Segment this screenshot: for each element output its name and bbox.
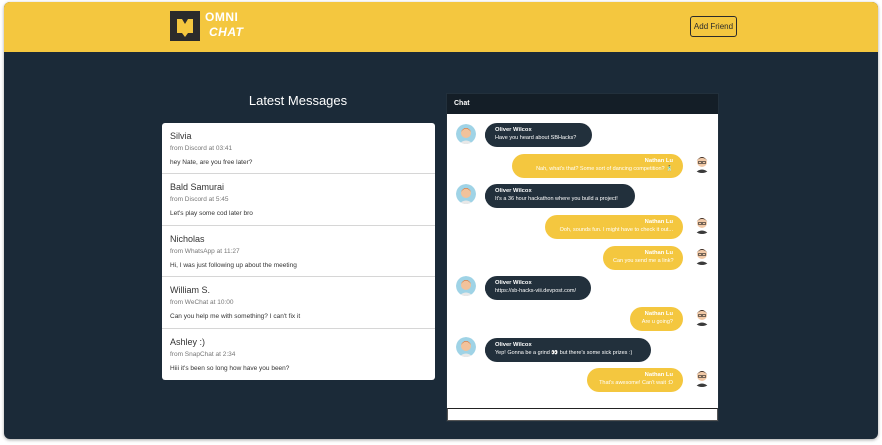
- chat-message-text: It's a 36 hour hackathon where you build…: [495, 196, 618, 202]
- message-preview: Let's play some cod later bro: [170, 210, 253, 218]
- message-meta: from WhatsApp at 11:27: [170, 247, 240, 255]
- nathan-avatar-icon: [692, 367, 712, 387]
- brand-line2: CHAT: [209, 25, 244, 39]
- chat-sender-name: Nathan Lu: [644, 311, 673, 317]
- nathan-avatar-icon: [692, 214, 712, 234]
- message-item[interactable]: Nicholas from WhatsApp at 11:27 Hi, I wa…: [162, 226, 435, 278]
- message-item[interactable]: William S. from WeChat at 10:00 Can you …: [162, 277, 435, 329]
- chat-sender-name: Oliver Wilcox: [495, 127, 532, 133]
- latest-messages-list: Silvia from Discord at 03:41 hey Nate, a…: [162, 123, 435, 380]
- chat-sender-name: Nathan Lu: [644, 372, 673, 378]
- chat-sender-name: Oliver Wilcox: [495, 188, 532, 194]
- oliver-avatar-icon: [456, 337, 476, 357]
- message-sender: Ashley :): [170, 336, 206, 347]
- message-item[interactable]: Silvia from Discord at 03:41 hey Nate, a…: [162, 123, 435, 175]
- omni-chat-logo-icon: [170, 11, 200, 41]
- brand-line1: OMNI: [205, 10, 239, 24]
- chat-sender-name: Oliver Wilcox: [495, 342, 532, 348]
- chat-sender-name: Oliver Wilcox: [495, 280, 532, 286]
- message-meta: from Discord at 5:45: [170, 196, 229, 204]
- chat-message-text: Can you send me a link?: [613, 258, 674, 264]
- message-sender: William S.: [170, 285, 210, 296]
- message-meta: from SnapChat at 2:34: [170, 350, 236, 358]
- chat-message-text: Have you heard about SBHacks?: [495, 135, 577, 141]
- chat-message-text: Nah, what's that? Some sort of dancing c…: [536, 166, 673, 172]
- oliver-avatar-icon: [456, 184, 476, 204]
- chat-panel: Chat Oliver Wilcox Have you heard about …: [446, 93, 719, 422]
- chat-message-text: https://sb-hacks-viii.devpost.com/: [495, 288, 577, 294]
- chat-sender-name: Nathan Lu: [644, 158, 673, 164]
- message-sender: Bald Samurai: [170, 182, 225, 193]
- chat-header: Chat: [447, 94, 718, 114]
- chat-sender-name: Nathan Lu: [644, 219, 673, 225]
- chat-bubble-incoming: Oliver Wilcox https://sb-hacks-viii.devp…: [485, 276, 591, 300]
- message-sender: Nicholas: [170, 233, 205, 244]
- chat-message-text: Are u going?: [641, 319, 673, 325]
- nathan-avatar-icon: [692, 306, 712, 326]
- latest-messages-title: Latest Messages: [248, 93, 348, 108]
- chat-messages: Oliver Wilcox Have you heard about SBHac…: [447, 114, 718, 408]
- message-meta: from Discord at 03:41: [170, 145, 233, 152]
- message-sender: Silvia: [170, 131, 192, 141]
- top-navbar: OMNI CHAT Add Friend: [4, 2, 878, 52]
- message-meta: from WeChat at 10:00: [170, 299, 234, 307]
- chat-bubble-outgoing: Nathan Lu Ooh, sounds fun. I might have …: [545, 215, 683, 239]
- chat-message-text: Yep! Gonna be a grind 👀 but there's some…: [495, 350, 633, 356]
- message-preview: Can you help me with something? I can't …: [170, 313, 301, 321]
- app-window: OMNI CHAT Add Friend Latest Messages Sil…: [4, 2, 878, 439]
- chat-bubble-incoming: Oliver Wilcox Yep! Gonna be a grind 👀 bu…: [485, 338, 651, 362]
- chat-message-text: Ooh, sounds fun. I might have to check i…: [559, 227, 673, 233]
- add-friend-button[interactable]: Add Friend: [690, 16, 737, 37]
- message-preview: Hi, I was just following up about the me…: [170, 261, 297, 269]
- chat-bubble-incoming: Oliver Wilcox It's a 36 hour hackathon w…: [485, 184, 635, 208]
- oliver-avatar-icon: [456, 276, 476, 296]
- chat-sender-name: Nathan Lu: [644, 250, 673, 256]
- nathan-avatar-icon: [692, 245, 712, 265]
- chat-message-text: That's awesome! Can't wait :D: [599, 380, 673, 386]
- chat-bubble-outgoing: Nathan Lu Nah, what's that? Some sort of…: [512, 154, 683, 178]
- chat-bubble-outgoing: Nathan Lu That's awesome! Can't wait :D: [587, 368, 683, 392]
- message-item[interactable]: Ashley :) from SnapChat at 2:34 Hiii it'…: [162, 329, 435, 380]
- message-preview: hey Nate, are you free later?: [170, 159, 253, 166]
- nathan-avatar-icon: [692, 153, 712, 173]
- chat-bubble-outgoing: Nathan Lu Can you send me a link?: [603, 246, 683, 270]
- brand-name: OMNI CHAT: [205, 10, 243, 40]
- message-item[interactable]: Bald Samurai from Discord at 5:45 Let's …: [162, 174, 435, 226]
- chat-bubble-incoming: Oliver Wilcox Have you heard about SBHac…: [485, 123, 592, 147]
- chat-bubble-outgoing: Nathan Lu Are u going?: [630, 307, 683, 331]
- message-preview: Hiii it's been so long how have you been…: [170, 364, 290, 372]
- chat-message-input[interactable]: [447, 408, 718, 421]
- oliver-avatar-icon: [456, 124, 476, 144]
